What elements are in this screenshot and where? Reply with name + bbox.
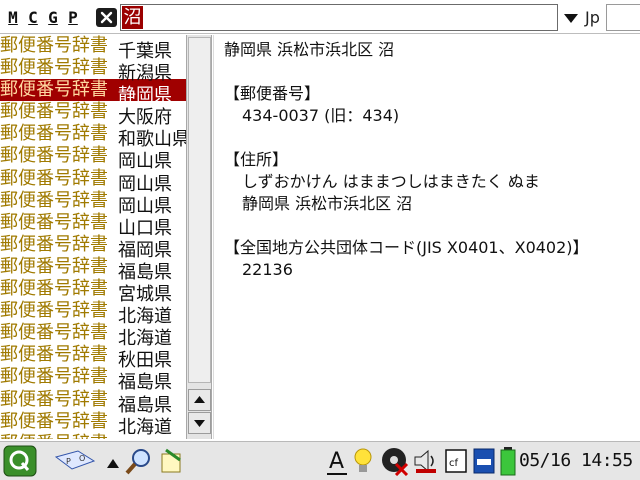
list-item[interactable]: 郵便番号辞書 大阪府 xyxy=(0,101,186,128)
toolbar: M C G P 沼 Jp xyxy=(0,0,640,34)
address-kanji: 静岡県 浜松市浜北区 沼 xyxy=(242,194,413,213)
list-item[interactable]: 郵便番号辞書 岡山県 xyxy=(0,167,186,195)
list-item[interactable]: 郵便番号辞書 静岡県 xyxy=(0,79,186,106)
list-item-dictionary: 郵便番号辞書 xyxy=(0,433,116,439)
list-item[interactable]: 郵便番号辞書 山口県 xyxy=(0,211,186,239)
list-item[interactable]: 郵便番号辞書 福島県 xyxy=(0,388,186,416)
list-item-dictionary: 郵便番号辞書 xyxy=(0,35,108,56)
list-item[interactable]: 郵便番号辞書 福島県 xyxy=(0,255,186,283)
font-a-icon[interactable]: A xyxy=(326,445,348,480)
speaker-icon[interactable] xyxy=(412,447,440,479)
search-tool-icon[interactable] xyxy=(124,446,154,480)
list-item-dictionary: 郵便番号辞書 xyxy=(0,79,108,101)
list-item[interactable]: 郵便番号辞書 岡山県 xyxy=(0,189,186,217)
clock[interactable]: 05/16 14:55 xyxy=(519,450,633,471)
mode-c-button[interactable]: C xyxy=(24,7,42,29)
list-item-dictionary: 郵便番号辞書 xyxy=(0,145,108,167)
list-item[interactable]: 郵便番号辞書 福島県 xyxy=(0,366,186,393)
list-item[interactable]: 郵便番号辞書 北海道 xyxy=(0,322,186,349)
q-logo-glyph xyxy=(3,445,37,477)
list-item-dictionary: 郵便番号辞書 xyxy=(0,189,108,211)
list-item[interactable]: 郵便番号辞書 和歌山県 xyxy=(0,123,186,150)
mode-g-button[interactable]: G xyxy=(44,7,62,29)
chevron-up-icon xyxy=(194,396,205,403)
code-value: 22136 xyxy=(242,260,293,279)
chevron-down-glyph xyxy=(564,14,578,23)
network-disabled-icon[interactable] xyxy=(380,446,410,480)
close-icon-glyph xyxy=(100,11,113,24)
list-item[interactable]: 郵便番号辞書 千葉県 xyxy=(0,35,186,62)
list-item[interactable]: 郵便番号辞書 北海道 xyxy=(0,410,186,438)
mode-m-button[interactable]: M xyxy=(4,7,22,29)
lightbulb-icon[interactable] xyxy=(352,446,374,480)
taskbar: P O A cf 05/16 14:55 xyxy=(0,441,640,480)
list-item[interactable]: 郵便番号辞書 新潟県 xyxy=(0,57,186,84)
detail-title: 静岡県 浜松市浜北区 沼 xyxy=(224,40,395,59)
chevron-down-icon xyxy=(194,420,205,427)
search-input[interactable] xyxy=(120,4,558,31)
list-item-dictionary: 郵便番号辞書 xyxy=(0,123,108,145)
chevron-down-icon[interactable] xyxy=(560,8,582,28)
mode-p-button[interactable]: P xyxy=(64,7,82,29)
list-item-dictionary: 郵便番号辞書 xyxy=(0,344,108,366)
list-item-dictionary: 郵便番号辞書 xyxy=(0,322,108,344)
list-item[interactable]: 郵便番号辞書 北海道 xyxy=(0,300,186,327)
cf-card-icon[interactable]: cf xyxy=(444,448,468,478)
list-item-dictionary: 郵便番号辞書 xyxy=(0,101,108,123)
list-item-dictionary: 郵便番号辞書 xyxy=(0,300,108,322)
svg-text:cf: cf xyxy=(449,458,458,469)
list-item-dictionary: 郵便番号辞書 xyxy=(0,410,108,432)
battery-icon[interactable] xyxy=(500,446,516,480)
list-item[interactable]: 郵便番号辞書 宮城県 xyxy=(0,278,186,305)
close-icon[interactable] xyxy=(96,8,117,27)
search-input-value: 沼 xyxy=(122,6,143,29)
postal-value: 434-0037 (旧：434) xyxy=(242,106,400,125)
cf-card-glyph: cf xyxy=(445,449,467,473)
address-kana: しずおかけん はままつしはまきたく ぬま xyxy=(242,172,540,191)
address-heading: 【住所】 xyxy=(224,150,289,169)
list-item-dictionary: 郵便番号辞書 xyxy=(0,57,108,79)
list-item-dictionary: 郵便番号辞書 xyxy=(0,255,108,277)
scroll-down-button[interactable] xyxy=(188,412,211,434)
code-heading: 【全国地方公共団体コード(JIS X0401、X0402)】 xyxy=(224,238,589,257)
speaker-glyph xyxy=(414,449,436,473)
scrollbar-thumb[interactable] xyxy=(188,37,211,383)
list-item[interactable]: 郵便番号辞書 福岡県 xyxy=(0,233,186,261)
language-label[interactable]: Jp xyxy=(585,8,600,28)
list-item[interactable]: 郵便番号辞書 秋田県 xyxy=(0,344,186,371)
search-tool-glyph xyxy=(125,449,150,475)
list-item-dictionary: 郵便番号辞書 xyxy=(0,167,108,189)
app-glyph xyxy=(161,448,181,473)
list-item[interactable]: 郵便番号辞書青森県 xyxy=(0,433,186,439)
language-field[interactable] xyxy=(606,4,640,31)
up-arrow-glyph xyxy=(107,459,119,468)
scroll-up-button[interactable] xyxy=(188,389,211,411)
list-item-dictionary: 郵便番号辞書 xyxy=(0,366,108,388)
up-arrow-icon[interactable] xyxy=(106,454,120,473)
list-item[interactable]: 郵便番号辞書 岡山県 xyxy=(0,145,186,172)
network-disabled-glyph xyxy=(382,448,409,477)
list-item-dictionary: 郵便番号辞書 xyxy=(0,233,108,255)
q-logo-icon[interactable] xyxy=(3,445,37,480)
input-panel-icon[interactable]: P O xyxy=(52,447,98,479)
font-a-glyph: A xyxy=(327,449,347,475)
sd-card-glyph xyxy=(473,448,495,474)
sd-card-icon[interactable] xyxy=(472,447,496,479)
detail-pane: 静岡県 浜松市浜北区 沼 【郵便番号】 434-0037 (旧：434) 【住所… xyxy=(213,35,640,439)
input-panel-glyph: P O xyxy=(54,450,96,470)
postal-heading: 【郵便番号】 xyxy=(224,84,321,103)
result-list[interactable]: 郵便番号辞書 千葉県 郵便番号辞書 新潟県 郵便番号辞書 静岡県 郵便番号辞書 大阪府 郵便番号… xyxy=(0,35,186,439)
battery-glyph xyxy=(500,447,516,476)
svg-text:O: O xyxy=(79,454,85,463)
list-item-dictionary: 郵便番号辞書 xyxy=(0,211,108,233)
svg-text:A: A xyxy=(329,449,344,474)
list-item-dictionary: 郵便番号辞書 xyxy=(0,388,108,410)
vertical-scrollbar[interactable] xyxy=(186,35,212,439)
list-item-dictionary: 郵便番号辞書 xyxy=(0,278,108,300)
app-icon[interactable] xyxy=(158,446,186,480)
app-window: M C G P 沼 Jp 郵便番号辞書 千葉県 郵便番号辞書 新潟県 郵便番号辞書 静岡県… xyxy=(0,0,640,480)
svg-text:P: P xyxy=(66,457,71,466)
lightbulb-glyph xyxy=(354,448,372,472)
